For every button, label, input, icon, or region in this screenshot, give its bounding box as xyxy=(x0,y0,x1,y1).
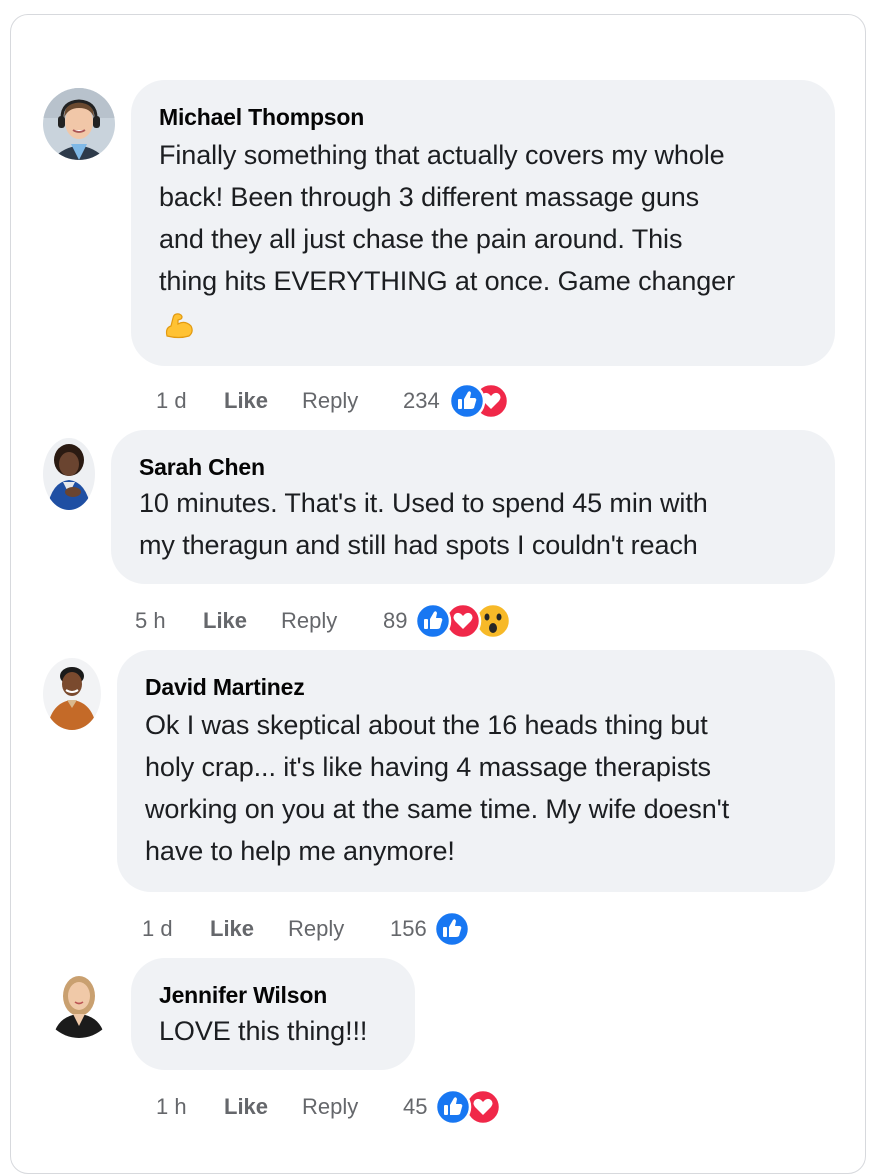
reply-button[interactable]: Reply xyxy=(302,1094,358,1120)
like-button[interactable]: Like xyxy=(210,916,254,942)
comment-timestamp[interactable]: 1 d xyxy=(156,388,187,414)
like-button[interactable]: Like xyxy=(203,608,247,634)
like-button[interactable]: Like xyxy=(224,1094,268,1120)
like-reaction-icon xyxy=(434,1088,472,1126)
comment-bubble: David Martinez Ok I was skeptical about … xyxy=(117,650,835,892)
comment-text: Ok I was skeptical about the 16 heads th… xyxy=(145,704,729,872)
reaction-count[interactable]: 45 xyxy=(403,1094,427,1120)
comment-text-line: Ok I was skeptical about the 16 heads th… xyxy=(145,710,708,740)
flexed-biceps-emoji-icon xyxy=(165,313,193,339)
reply-button[interactable]: Reply xyxy=(281,608,337,634)
comment-text: 10 minutes. That's it. Used to spend 45 … xyxy=(139,482,708,566)
comment-actions: 1 h Like Reply 45 xyxy=(156,1086,536,1126)
comment-actions: 1 d Like Reply 234 xyxy=(156,380,556,420)
comment-timestamp[interactable]: 5 h xyxy=(135,608,166,634)
avatar[interactable] xyxy=(43,438,95,510)
like-button[interactable]: Like xyxy=(224,388,268,414)
reply-button[interactable]: Reply xyxy=(302,388,358,414)
reply-button[interactable]: Reply xyxy=(288,916,344,942)
comment-actions: 5 h Like Reply 89 xyxy=(135,600,555,640)
reaction-count[interactable]: 156 xyxy=(390,916,427,942)
comment-author[interactable]: David Martinez xyxy=(145,674,305,701)
comment-text-line: working on you at the same time. My wife… xyxy=(145,794,730,824)
comment-bubble: Jennifer Wilson LOVE this thing!!! xyxy=(131,958,415,1070)
comment-actions: 1 d Like Reply 156 xyxy=(142,908,542,948)
avatar[interactable] xyxy=(43,658,101,730)
reaction-count[interactable]: 234 xyxy=(403,388,440,414)
comment-text-line: back! Been through 3 different massage g… xyxy=(159,182,700,212)
avatar[interactable] xyxy=(43,966,115,1038)
avatar[interactable] xyxy=(43,88,115,160)
comment-text-line: my theragun and still had spots I couldn… xyxy=(139,530,698,560)
like-reaction-icon xyxy=(448,382,486,420)
comment-text-line: 10 minutes. That's it. Used to spend 45 … xyxy=(139,488,708,518)
comment-bubble: Sarah Chen 10 minutes. That's it. Used t… xyxy=(111,430,835,584)
comment-text-line: LOVE this thing!!! xyxy=(159,1016,368,1046)
comment-text-line: Finally something that actually covers m… xyxy=(159,140,725,170)
comment-author[interactable]: Sarah Chen xyxy=(139,454,265,481)
comment-text-line: and they all just chase the pain around.… xyxy=(159,224,683,254)
comment-timestamp[interactable]: 1 h xyxy=(156,1094,187,1120)
comment-author[interactable]: Michael Thompson xyxy=(159,104,364,131)
comment-author[interactable]: Jennifer Wilson xyxy=(159,982,327,1009)
comment-text-line: holy crap... it's like having 4 massage … xyxy=(145,752,711,782)
comment-bubble: Michael Thompson Finally something that … xyxy=(131,80,835,366)
like-reaction-icon xyxy=(433,910,471,948)
comment-text-line: thing hits EVERYTHING at once. Game chan… xyxy=(159,266,735,296)
comment-text-line: have to help me anymore! xyxy=(145,836,455,866)
comment-text: LOVE this thing!!! xyxy=(159,1010,367,1052)
reaction-count[interactable]: 89 xyxy=(383,608,407,634)
comment-timestamp[interactable]: 1 d xyxy=(142,916,173,942)
like-reaction-icon xyxy=(414,602,452,640)
comment-text: Finally something that actually covers m… xyxy=(159,134,735,302)
